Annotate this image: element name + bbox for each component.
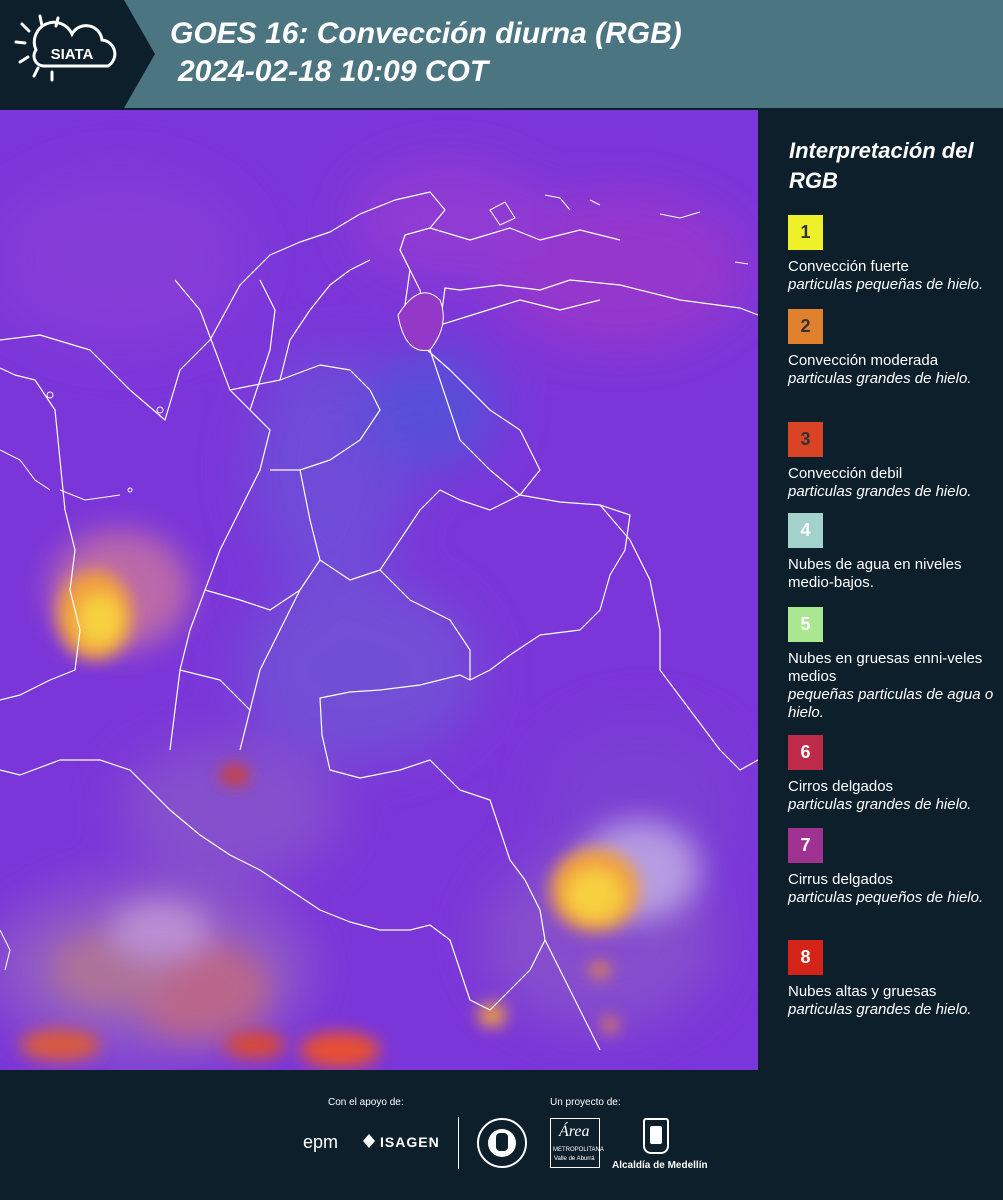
legend-description: particulas pequeños de hielo.: [788, 889, 984, 906]
legend-label: Cirrus delgados: [788, 871, 894, 888]
legend-label: Nubes de agua en niveles medio-bajos.: [788, 556, 962, 591]
legend-panel: Interpretación del RGB 1 Convección fuert…: [760, 108, 1003, 1070]
isagen-logo[interactable]: ISAGEN: [380, 1134, 440, 1150]
legend-item: 5 Nubes en gruesas enni-veles medios peque…: [788, 607, 998, 722]
legend-description: particulas grandes de hielo.: [788, 796, 972, 813]
page-title: GOES 16: Convección diurna (RGB): [170, 17, 682, 50]
medellin-shield-icon: [643, 1118, 669, 1154]
legend-label: Nubes en gruesas enni-veles medios: [788, 650, 983, 685]
timestamp: 2024-02-18 10:09 COT: [178, 55, 489, 88]
legend-swatch: 6: [788, 735, 823, 770]
siata-logo-icon[interactable]: SIATA: [14, 14, 126, 94]
legend-item: 3 Convección debil particulas grandes de h…: [788, 422, 998, 501]
legend-swatch: 2: [788, 309, 823, 344]
seal-icon[interactable]: [477, 1118, 527, 1168]
legend-description: particulas grandes de hielo.: [788, 370, 972, 387]
header-bar: SIATA GOES 16: Convección diurna (RGB) 2…: [0, 0, 1003, 108]
project-caption: Un proyecto de:: [550, 1097, 621, 1108]
legend-description: particulas grandes de hielo.: [788, 1001, 972, 1018]
legend-swatch: 3: [788, 422, 823, 457]
legend-item: 8 Nubes altas y gruesas particulas grandes…: [788, 940, 998, 1019]
legend-item: 1 Convección fuerte particulas pequeñas de…: [788, 215, 998, 294]
legend-item: 2 Convección moderada particulas grandes d…: [788, 309, 998, 388]
alcaldia-logo[interactable]: Alcaldía de Medellín: [612, 1160, 708, 1171]
footer: Con el apoyo de: Un proyecto de: epm ISA…: [0, 1070, 1003, 1200]
epm-logo[interactable]: epm: [303, 1132, 338, 1153]
area-metropolitana-logo[interactable]: Área METROPOLITANA Valle de Aburrá: [550, 1118, 604, 1168]
support-caption: Con el apoyo de:: [328, 1097, 404, 1108]
legend-swatch: 7: [788, 828, 823, 863]
legend-item: 7 Cirrus delgados particulas pequeños de h…: [788, 828, 998, 907]
footer-divider: [458, 1117, 459, 1169]
logo-text: SIATA: [51, 46, 94, 63]
satellite-image: [0, 110, 759, 1070]
logo-panel: SIATA: [0, 0, 155, 108]
legend-description: particulas grandes de hielo.: [788, 483, 972, 500]
legend-swatch: 4: [788, 513, 823, 548]
legend-label: Convección moderada: [788, 352, 939, 369]
legend-title: Interpretación del RGB: [789, 138, 974, 193]
legend-item: 4 Nubes de agua en niveles medio-bajos.: [788, 513, 998, 592]
legend-label: Cirros delgados: [788, 778, 894, 795]
satellite-map[interactable]: [0, 110, 759, 1070]
legend-swatch: 1: [788, 215, 823, 250]
legend-label: Nubes altas y gruesas: [788, 983, 937, 1000]
legend-description: particulas pequeñas de hielo.: [788, 276, 984, 293]
legend-label: Convección fuerte: [788, 258, 909, 275]
isagen-mark-icon: [363, 1134, 375, 1148]
legend-label: Convección debil: [788, 465, 903, 482]
legend-item: 6 Cirros delgados particulas grandes de hi…: [788, 735, 998, 814]
legend-swatch: 5: [788, 607, 823, 642]
legend-description: pequeñas particulas de agua o hielo.: [788, 686, 994, 721]
legend-swatch: 8: [788, 940, 823, 975]
